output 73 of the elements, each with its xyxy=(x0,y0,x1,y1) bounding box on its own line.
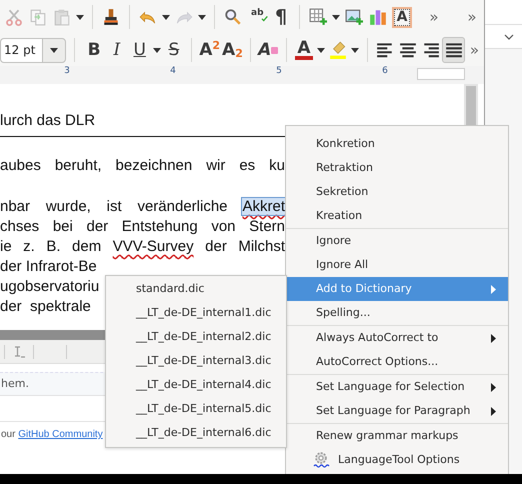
ruler-number: 4 xyxy=(169,66,177,78)
menu-item[interactable]: __LT_de-DE_internal1.dic xyxy=(106,301,286,325)
caret-icon xyxy=(317,48,326,52)
menu-item[interactable]: Sekretion xyxy=(286,180,508,204)
caret-icon xyxy=(50,48,58,52)
menu-item[interactable]: Ignore All xyxy=(286,253,508,277)
copy-icon xyxy=(29,8,47,26)
table-icon xyxy=(309,8,327,26)
align-left-icon xyxy=(376,41,394,59)
clear-formatting-button[interactable]: A xyxy=(256,37,280,63)
brush-icon xyxy=(102,8,120,26)
menu-item[interactable]: Always AutoCorrect to xyxy=(286,326,508,350)
caret-icon xyxy=(152,48,161,52)
ruler-number: 6 xyxy=(381,66,389,78)
heading-text: lurch das DLR xyxy=(0,111,96,131)
text-box-button[interactable]: A xyxy=(390,4,414,30)
menu-item[interactable]: __LT_de-DE_internal4.dic xyxy=(106,373,286,397)
paragraph-line: ie z. B. dem VVV-Survey der Milchst xyxy=(0,237,285,257)
menu-item[interactable]: LanguageTool Options xyxy=(286,448,508,472)
caret-icon xyxy=(351,48,360,52)
menu-item[interactable]: Spelling... xyxy=(286,301,508,325)
more-button[interactable]: » xyxy=(462,4,482,30)
cut-icon xyxy=(5,8,23,26)
paragraph-line: nbar wurde, ist veränderliche Akkret xyxy=(0,197,285,217)
github-community-link[interactable]: GitHub Community xyxy=(18,429,103,440)
bar-chart-icon xyxy=(369,8,387,26)
caret-icon xyxy=(76,14,84,20)
subscript-button[interactable]: A$_{2}$ xyxy=(221,37,244,63)
caret-icon xyxy=(198,14,206,20)
menu-item[interactable]: __LT_de-DE_internal3.dic xyxy=(106,349,286,373)
font-size-field[interactable]: 12 pt xyxy=(0,38,42,62)
chevron-down-icon xyxy=(504,34,514,40)
paragraph-line: der spektrale xyxy=(0,297,91,317)
menu-item[interactable]: Retraktion xyxy=(286,156,508,180)
caret-icon xyxy=(162,14,170,20)
menu-item[interactable]: Set Language for Paragraph xyxy=(286,399,508,423)
highlighter-icon xyxy=(329,41,348,59)
menu-item[interactable]: __LT_de-DE_internal2.dic xyxy=(106,325,286,349)
bold-button[interactable]: B xyxy=(82,37,106,63)
more-button[interactable]: » xyxy=(424,4,444,30)
formatting-marks-button[interactable]: ¶ xyxy=(269,4,293,30)
menu-item[interactable]: standard.dic xyxy=(106,277,286,301)
justify-button[interactable] xyxy=(442,37,465,63)
text-cursor-icon xyxy=(13,346,25,358)
paragraph-line: aubes beruht, bezeichnen wir es ku xyxy=(0,156,285,176)
underline-button[interactable]: U xyxy=(128,37,152,63)
paragraph-line: der Infrarot-Be xyxy=(0,257,97,277)
more-button[interactable]: » xyxy=(464,37,484,63)
spelling-button[interactable]: ab xyxy=(245,4,269,30)
menu-item[interactable]: __LT_de-DE_internal6.dic xyxy=(106,421,286,445)
paragraph-line: ugobservatoriu xyxy=(0,277,100,297)
strikethrough-button[interactable]: S xyxy=(162,37,186,63)
caret-icon xyxy=(332,14,340,20)
search-icon xyxy=(224,8,242,26)
align-center-icon xyxy=(398,41,417,59)
font-color-button[interactable]: A xyxy=(292,37,316,63)
menu-item[interactable]: Konkretion xyxy=(286,132,508,156)
ruler-number: 5 xyxy=(275,66,283,78)
image-icon xyxy=(345,8,363,26)
ruler-number: 3 xyxy=(63,66,71,78)
eraser-icon xyxy=(271,46,278,54)
superscript-button[interactable]: A$^{2}$ xyxy=(198,37,222,63)
paragraph-line: chses bei der Entstehung von Stern xyxy=(0,217,285,237)
dropdown-button[interactable] xyxy=(42,38,66,62)
italic-button[interactable]: I xyxy=(106,37,128,63)
menu-item[interactable]: AutoCorrect Options... xyxy=(286,350,508,374)
menu-item[interactable]: Ignore xyxy=(286,229,508,253)
menu-item[interactable]: __LT_de-DE_internal5.dic xyxy=(106,397,286,421)
justify-icon xyxy=(444,41,463,59)
align-right-icon xyxy=(422,41,440,59)
clipboard-icon xyxy=(53,8,71,26)
gear-icon xyxy=(312,451,330,469)
menu-item[interactable]: Kreation xyxy=(286,204,508,228)
